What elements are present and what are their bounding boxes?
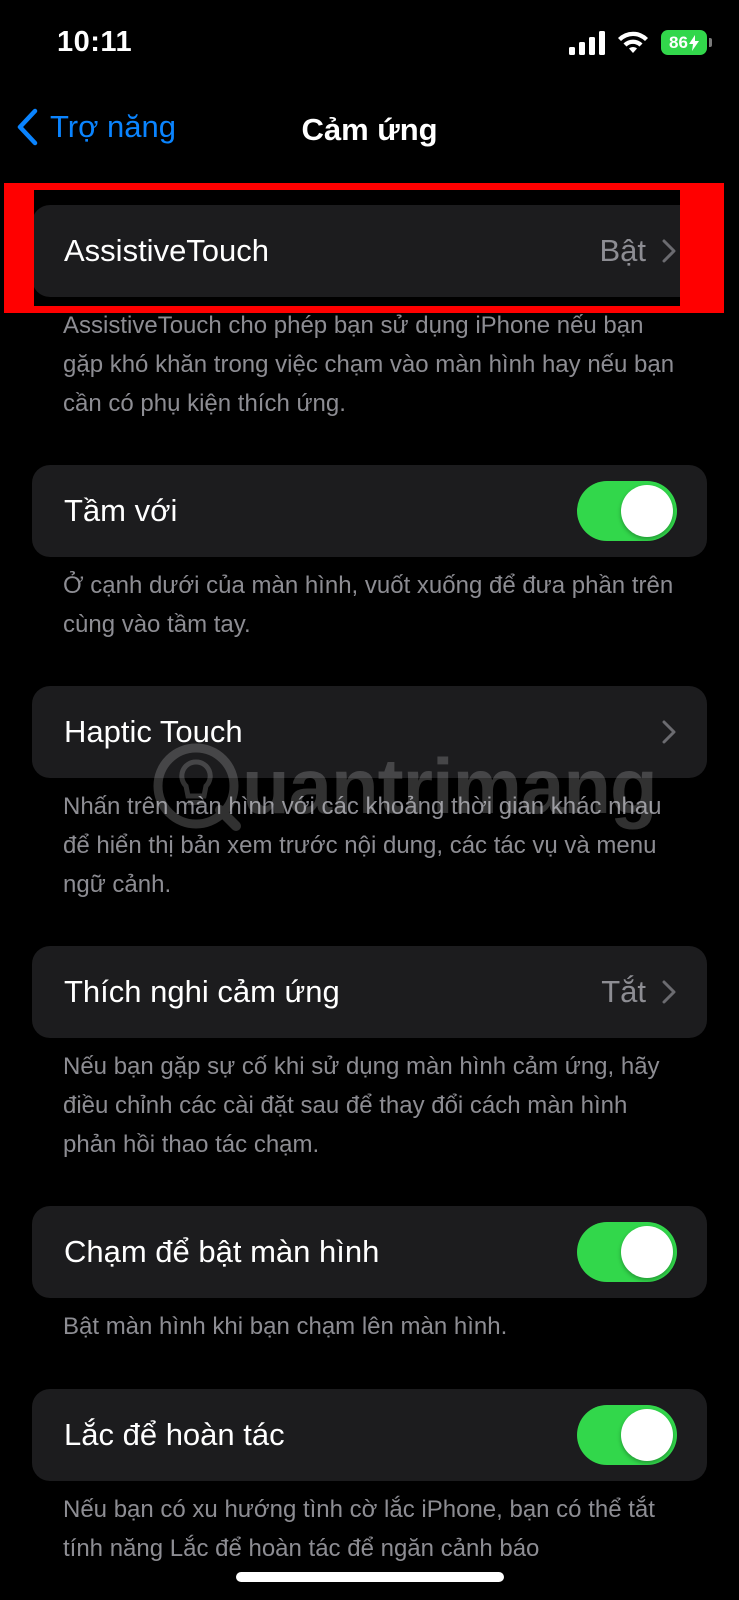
reachability-footer: Ở cạnh dưới của màn hình, vuốt xuống để …: [63, 572, 674, 638]
battery-charging-icon: 86: [661, 30, 712, 55]
tap-to-wake-row: Chạm để bật màn hình: [32, 1206, 707, 1298]
haptic-touch-label: Haptic Touch: [64, 714, 243, 749]
home-indicator[interactable]: [236, 1572, 504, 1582]
toggle-knob: [621, 485, 673, 537]
reachability-row: Tầm với: [32, 465, 707, 557]
tap-to-wake-toggle[interactable]: [577, 1222, 677, 1282]
status-time: 10:11: [57, 26, 133, 58]
toggle-knob: [621, 1226, 673, 1278]
charging-bolt-icon: [688, 34, 699, 51]
highlight-annotation-left: [4, 183, 34, 313]
haptic-touch-footer: Nhấn trên màn hình với các khoảng thời g…: [63, 793, 662, 898]
navigation-bar: Trợ năng Cảm ứng: [0, 96, 739, 166]
chevron-right-icon: [662, 239, 676, 263]
reachability-label: Tầm với: [64, 493, 178, 528]
chevron-left-icon: [17, 108, 38, 146]
shake-to-undo-row: Lắc để hoàn tác: [32, 1389, 707, 1481]
tap-to-wake-label: Chạm để bật màn hình: [64, 1234, 380, 1269]
tap-to-wake-footer: Bật màn hình khi bạn chạm lên màn hình.: [63, 1313, 508, 1340]
touch-accommodations-footer: Nếu bạn gặp sự cố khi sử dụng màn hình c…: [63, 1053, 660, 1158]
back-button[interactable]: Trợ năng: [16, 108, 176, 146]
shake-to-undo-toggle[interactable]: [577, 1405, 677, 1465]
chevron-right-icon: [662, 720, 676, 744]
chevron-right-icon: [662, 980, 676, 1004]
shake-to-undo-label: Lắc để hoàn tác: [64, 1417, 285, 1452]
status-icons: 86: [569, 30, 712, 55]
battery-level: 86: [669, 32, 688, 52]
touch-accommodations-row[interactable]: Thích nghi cảm ứng Tắt: [32, 946, 707, 1038]
assistivetouch-label: AssistiveTouch: [64, 233, 270, 268]
touch-accommodations-label: Thích nghi cảm ứng: [64, 974, 340, 1009]
toggle-knob: [621, 1409, 673, 1461]
assistivetouch-row[interactable]: AssistiveTouch Bật: [32, 205, 707, 297]
assistivetouch-value: Bật: [599, 233, 646, 268]
status-bar: 10:11 86: [0, 0, 739, 90]
reachability-toggle[interactable]: [577, 481, 677, 541]
haptic-touch-row[interactable]: Haptic Touch: [32, 686, 707, 778]
touch-accommodations-value: Tắt: [601, 974, 646, 1009]
cellular-signal-icon: [569, 30, 605, 55]
wifi-icon: [618, 31, 648, 53]
shake-to-undo-footer: Nếu bạn có xu hướng tình cờ lắc iPhone, …: [63, 1496, 655, 1562]
back-label: Trợ năng: [50, 109, 177, 144]
assistivetouch-footer: AssistiveTouch cho phép bạn sử dụng iPho…: [63, 312, 675, 417]
